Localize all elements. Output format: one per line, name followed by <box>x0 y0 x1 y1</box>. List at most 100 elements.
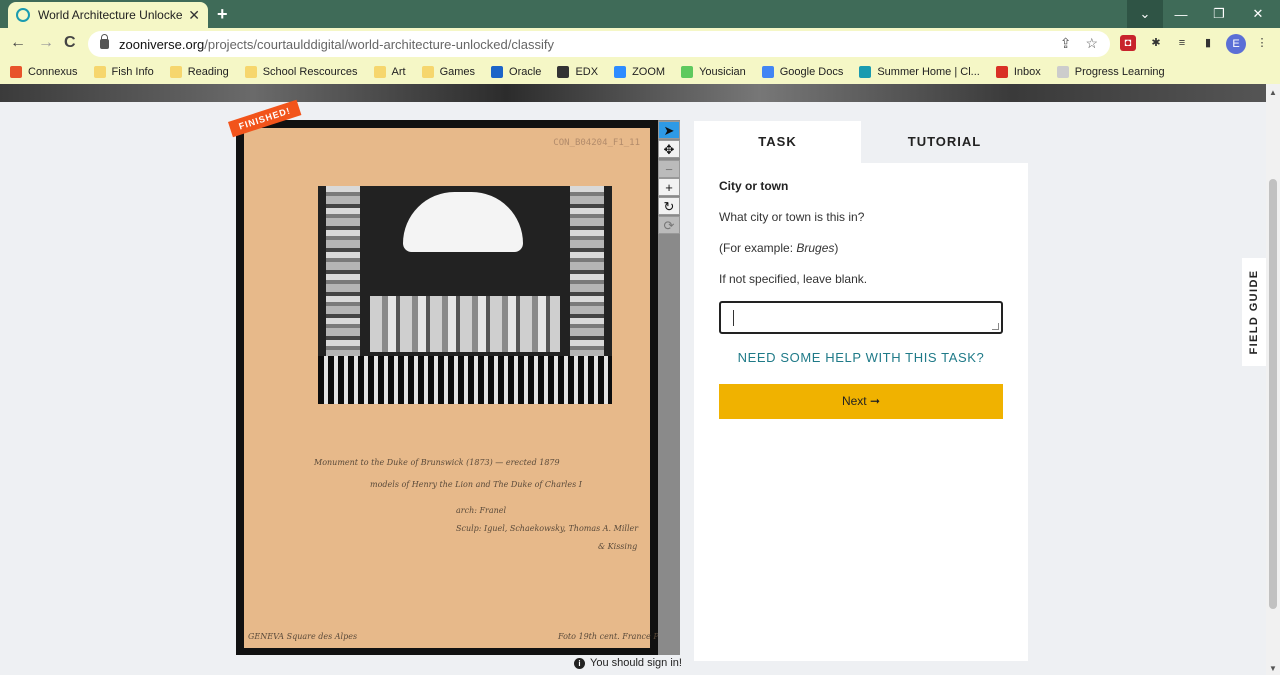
task-title: City or town <box>719 179 789 193</box>
bookmark-item[interactable]: Oracle <box>491 66 541 78</box>
task-tabs: TASK TUTORIAL <box>694 121 1028 163</box>
bookmark-label: Reading <box>187 66 229 78</box>
task-panel: TASK TUTORIAL City or town What city or … <box>694 121 1028 661</box>
bookmark-label: Yousician <box>699 66 746 78</box>
bookmark-item[interactable]: Yousician <box>681 66 746 78</box>
task-note: If not specified, leave blank. <box>719 272 868 286</box>
close-window-icon[interactable]: ✕ <box>1240 0 1276 28</box>
folder-icon <box>373 66 386 78</box>
bookmark-item[interactable]: EDX <box>557 66 598 78</box>
bookmark-item[interactable]: Connexus <box>10 66 78 78</box>
signin-text: You should sign in! <box>590 657 682 669</box>
bookmark-item[interactable]: Fish Info <box>93 66 154 78</box>
move-icon[interactable]: ✥ <box>658 140 680 158</box>
bookmark-item[interactable]: Progress Learning <box>1056 66 1165 78</box>
browser-toolbar: ← → C zooniverse.org/projects/courtauldd… <box>0 28 1280 60</box>
folder-icon <box>169 66 182 78</box>
menu-kebab-icon[interactable]: ⋮ <box>1254 35 1270 51</box>
tab-tutorial[interactable]: TUTORIAL <box>861 121 1028 163</box>
zoom-out-icon[interactable]: − <box>658 160 680 178</box>
cloud-icon <box>491 66 504 78</box>
bookmark-label: Inbox <box>1013 66 1041 78</box>
caption-line-1: Monument to the Duke of Brunswick (1873)… <box>314 458 560 467</box>
profile-avatar[interactable]: E <box>1226 34 1246 54</box>
scroll-down-icon[interactable]: ▼ <box>1269 664 1277 673</box>
tab-close-icon[interactable]: ✕ <box>188 7 200 24</box>
pointer-icon[interactable]: ➤ <box>658 121 680 139</box>
signin-notice[interactable]: i You should sign in! <box>574 657 682 669</box>
tab-search-icon[interactable]: ⌄ <box>1127 0 1163 28</box>
scroll-up-icon[interactable]: ▲ <box>1269 88 1277 97</box>
bookmark-item[interactable]: Reading <box>169 66 229 78</box>
field-guide-tab[interactable]: FIELD GUIDE <box>1242 258 1266 366</box>
rotate-icon[interactable]: ↻ <box>658 197 680 215</box>
archive-card: CON_B04204_F1_11 Monument to the Duke of… <box>244 128 675 648</box>
folder-icon <box>244 66 257 78</box>
zooniverse-favicon-icon <box>16 8 30 22</box>
folder-icon <box>421 66 434 78</box>
caption-line-2: models of Henry the Lion and The Duke of… <box>370 480 582 489</box>
bookmark-label: School Rescources <box>262 66 358 78</box>
bookmark-label: Google Docs <box>779 66 844 78</box>
bookmark-item[interactable]: Inbox <box>995 66 1041 78</box>
minimize-icon[interactable]: — <box>1163 0 1199 28</box>
browser-tab[interactable]: World Architecture Unlocked » C ✕ <box>8 2 208 28</box>
task-question: What city or town is this in? <box>719 210 865 224</box>
bookmark-label: Fish Info <box>111 66 154 78</box>
card-footer-left: GENEVA Square des Alpes <box>248 632 358 641</box>
url-host: zooniverse.org <box>119 36 205 52</box>
info-icon: i <box>574 657 585 669</box>
extension-shield-icon[interactable]: ◘ <box>1120 35 1136 51</box>
page-scrollbar[interactable]: ▲ ▼ <box>1266 84 1280 675</box>
connexus-icon <box>10 66 22 78</box>
reset-icon[interactable]: ⟳ <box>658 216 680 234</box>
bookmarks-bar: Connexus Fish Info Reading School Rescource… <box>0 60 1280 84</box>
next-button[interactable]: Next ➞ <box>719 384 1003 419</box>
field-guide-label: FIELD GUIDE <box>1248 269 1260 355</box>
caption-line-5: & Kissing <box>598 542 638 551</box>
progress-icon <box>1056 66 1069 78</box>
caption-line-3: arch: Franel <box>456 506 507 515</box>
lock-icon <box>100 34 109 49</box>
browser-tab-bar: World Architecture Unlocked » C ✕ + ⌄ — … <box>0 0 1280 28</box>
bookmark-label: ZOOM <box>632 66 666 78</box>
bookmark-item[interactable]: School Rescources <box>244 66 358 78</box>
yousician-icon <box>681 66 694 78</box>
bookmark-label: Connexus <box>28 66 78 78</box>
bookmark-label: Progress Learning <box>1074 66 1165 78</box>
restore-icon[interactable]: ❐ <box>1201 0 1237 28</box>
summer-icon <box>859 66 872 78</box>
tab-title: World Architecture Unlocked » C <box>38 8 183 22</box>
bookmark-item[interactable]: Summer Home | Cl... <box>859 66 980 78</box>
task-example: (For example: Bruges) <box>719 241 839 255</box>
project-header-image <box>0 84 1266 102</box>
task-help-link[interactable]: NEED SOME HELP WITH THIS TASK? <box>719 350 1003 365</box>
bookmark-label: EDX <box>575 66 599 78</box>
bookmark-label: Summer Home | Cl... <box>877 66 980 78</box>
bookmark-item[interactable]: Google Docs <box>761 66 844 78</box>
bookmark-star-icon[interactable]: ☆ <box>1085 35 1098 52</box>
catalog-number: CON_B04204_F1_11 <box>553 138 640 148</box>
bookmark-item[interactable]: ZOOM <box>614 66 665 78</box>
scrollbar-thumb[interactable] <box>1269 179 1277 609</box>
caption-line-4: Sculp: Iguel, Schaekowsky, Thomas A. Mil… <box>456 524 639 533</box>
new-tab-button[interactable]: + <box>217 4 228 25</box>
extensions-puzzle-icon[interactable]: ✱ <box>1148 35 1164 51</box>
image-toolbar: ➤ ✥ − + ↻ ⟳ <box>658 120 680 655</box>
tab-task[interactable]: TASK <box>694 121 861 163</box>
forward-icon[interactable]: → <box>38 34 54 52</box>
reading-list-icon[interactable]: ≡ <box>1174 35 1190 51</box>
bookmark-item[interactable]: Art <box>373 66 406 78</box>
address-bar[interactable]: zooniverse.org/projects/courtaulddigital… <box>88 31 1110 57</box>
resize-handle-icon[interactable] <box>992 323 999 330</box>
bookmark-item[interactable]: Games <box>421 66 476 78</box>
bookmark-label: Games <box>439 66 476 78</box>
share-icon[interactable]: ⇪ <box>1060 35 1072 52</box>
zoom-icon <box>614 66 627 78</box>
back-icon[interactable]: ← <box>10 34 26 52</box>
zoom-in-icon[interactable]: + <box>658 178 680 196</box>
city-answer-input[interactable] <box>719 301 1003 334</box>
reload-icon[interactable]: C <box>64 34 76 52</box>
side-panel-icon[interactable]: ▮ <box>1200 35 1216 51</box>
subject-viewer[interactable]: CON_B04204_F1_11 Monument to the Duke of… <box>236 120 675 655</box>
